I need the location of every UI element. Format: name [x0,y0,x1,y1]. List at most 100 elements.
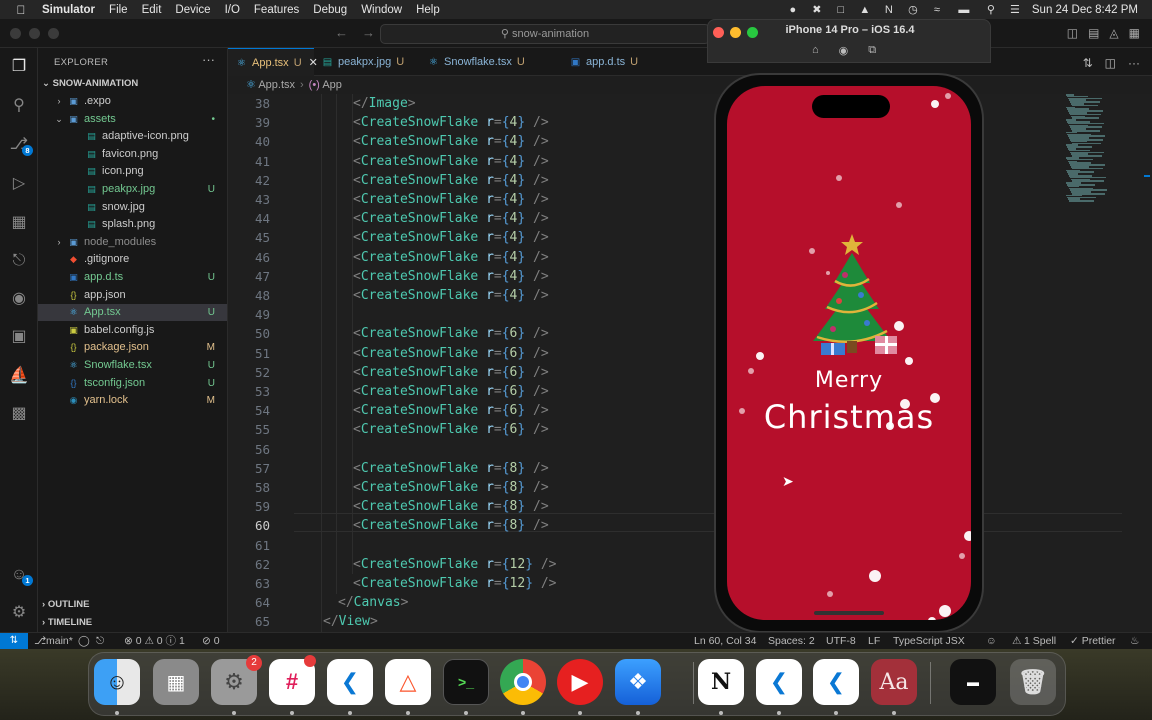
gitlens-icon[interactable]: ⎋ [9,251,29,271]
eol-status[interactable]: LF [868,633,880,649]
branch-status[interactable]: main* [46,633,73,649]
zoom-window-button[interactable] [48,28,59,39]
menu-help[interactable]: Help [416,4,440,16]
forward-arrow-icon[interactable]: → [362,25,375,40]
code-editor[interactable]: 38 </Image> 39 <CreateSnowFlake r={4} /> 40 <… [228,94,1152,632]
bird-icon[interactable]: ▲ [858,4,872,16]
extensions-icon[interactable]: ▦ [9,213,29,233]
close-window-button[interactable] [10,28,21,39]
tree-item[interactable]: ▤ icon.png [38,163,227,180]
tree-item[interactable]: ▤ adaptive-icon.png [38,128,227,145]
record-icon[interactable]: ● [786,4,800,16]
menu-window[interactable]: Window [361,4,402,16]
tree-item[interactable]: ▣ babel.config.js [38,322,227,339]
live-share-icon[interactable]: ⎋ [96,633,104,649]
tree-item[interactable]: › ▣ node_modules [38,234,227,251]
clock-icon[interactable]: ◷ [906,4,920,16]
recent-window-icon[interactable]: ▬ [950,659,996,705]
compare-icon[interactable]: ⇅ [1083,56,1093,70]
menu-device[interactable]: Device [175,4,210,16]
tree-item[interactable]: ▣ app.d.ts U [38,269,227,286]
indentation-status[interactable]: Spaces: 2 [768,633,815,649]
tree-item[interactable]: ⚛ Snowflake.tsx U [38,357,227,374]
rotate-icon[interactable]: ⧉ [868,44,876,57]
notion-menu-icon[interactable]: N [882,4,896,16]
encoding-status[interactable]: UTF-8 [826,633,856,649]
remote-explorer-icon[interactable]: ◉ [9,289,29,309]
customize-layout-icon[interactable]: ▦ [1129,26,1140,40]
tab-app-d-ts[interactable]: ▣ app.d.ts U [562,48,650,76]
search-icon[interactable]: ⚲ [9,96,29,116]
split-editor-icon[interactable]: ◫ [1105,56,1116,70]
prettier-status[interactable]: ✓ Prettier [1070,633,1116,649]
remote-indicator-icon[interactable]: ⇅ [0,633,28,649]
notifications-bell-icon[interactable]: ♨ [1130,633,1139,649]
back-arrow-icon[interactable]: ← [335,25,348,40]
vscode-icon[interactable]: ❮ [756,659,802,705]
docker-icon[interactable]: ⛵ [9,366,29,386]
tree-item[interactable]: ▤ snow.jpg [38,199,227,216]
breadcrumb-symbol[interactable]: App [322,79,342,91]
remote-icon[interactable]: ▩ [9,404,29,424]
menu-edit[interactable]: Edit [142,4,162,16]
tree-item[interactable]: ◆ .gitignore [38,251,227,268]
finder-icon[interactable]: ☺ [94,659,140,705]
project-header[interactable]: ⌄ SNOW-ANIMATION [42,78,138,89]
xcode-icon[interactable]: ❖ [615,659,661,705]
screen-recorder-icon[interactable]: ▶ [557,659,603,705]
more-actions-icon[interactable]: ··· [1128,56,1140,70]
breadcrumb-file[interactable]: App.tsx [258,79,295,91]
tree-item[interactable]: ▤ splash.png [38,216,227,233]
settings-gear-icon[interactable]: ⚙ [9,603,29,623]
command-center-search[interactable]: ⚲ snow-animation [380,24,710,44]
home-icon[interactable]: ⌂ [812,44,819,57]
tools-icon[interactable]: ✖ [810,4,824,16]
chrome-icon[interactable] [500,659,546,705]
run-debug-icon[interactable]: ▷ [9,174,29,194]
tree-item[interactable]: ▤ favicon.png [38,146,227,163]
vscode-insiders-icon[interactable]: ❮ [813,659,859,705]
tree-item[interactable]: ⌄ ▣ assets • [38,111,227,128]
toggle-sidebar-icon[interactable]: ◫ [1067,26,1078,40]
copilot-icon[interactable]: ☺ [986,633,997,649]
tab-peakpx-jpg[interactable]: ▤ peakpx.jpg U [314,48,420,76]
phone-screen[interactable]: Merry Christmas [727,86,971,620]
search-icon[interactable]: ⚲ [984,4,998,16]
menu-features[interactable]: Features [254,4,299,16]
launchpad-icon[interactable]: ▦ [153,659,199,705]
menu-clock[interactable]: Sun 24 Dec 8:42 PM [1032,4,1138,16]
spell-status[interactable]: 1 Spell [1024,633,1056,649]
tree-item[interactable]: {} package.json M [38,339,227,356]
control-center-icon[interactable]: ☰ [1008,4,1022,16]
toggle-panel-icon[interactable]: ▤ [1088,26,1099,40]
wifi-icon[interactable]: ≈ [930,4,944,16]
shield-icon[interactable]: □ [834,4,848,16]
battery-icon[interactable]: ▬ [954,4,974,16]
tree-item[interactable]: {} tsconfig.json U [38,375,227,392]
screenshot-icon[interactable]: ◉ [839,44,849,57]
minimize-window-button[interactable] [29,28,40,39]
toggle-secondary-sidebar-icon[interactable]: ◬ [1109,26,1118,40]
problems-status[interactable]: ⊗ 0 ⚠ 0 ⓘ 1 [124,633,185,649]
explorer-icon[interactable]: ❐ [9,57,29,77]
menu-file[interactable]: File [109,4,128,16]
timeline-section[interactable]: › TIMELINE [42,617,92,628]
tree-item[interactable]: › ▣ .expo [38,93,227,110]
brave-icon[interactable]: △ [385,659,431,705]
vscode-icon[interactable]: ❮ [327,659,373,705]
tab-snowflake-tsx[interactable]: ⚛ Snowflake.tsx U [420,48,562,76]
notion-icon[interactable]: N [698,659,744,705]
menu-app-name[interactable]: Simulator [42,4,95,16]
terminal-icon[interactable]: >_ [443,659,489,705]
ports-status[interactable]: ⊘ 0 [202,633,220,649]
tree-item[interactable]: {} app.json [38,287,227,304]
cursor-position[interactable]: Ln 60, Col 34 [694,633,756,649]
tree-item[interactable]: ◉ yarn.lock M [38,392,227,409]
menu-debug[interactable]: Debug [313,4,347,16]
language-mode[interactable]: TypeScript JSX [893,633,965,649]
menu-io[interactable]: I/O [225,4,240,16]
minimap[interactable] [1058,94,1140,214]
testing-icon[interactable]: ▣ [9,327,29,347]
sync-icon[interactable]: ◯ [78,633,90,649]
more-actions-icon[interactable]: ··· [202,52,215,67]
